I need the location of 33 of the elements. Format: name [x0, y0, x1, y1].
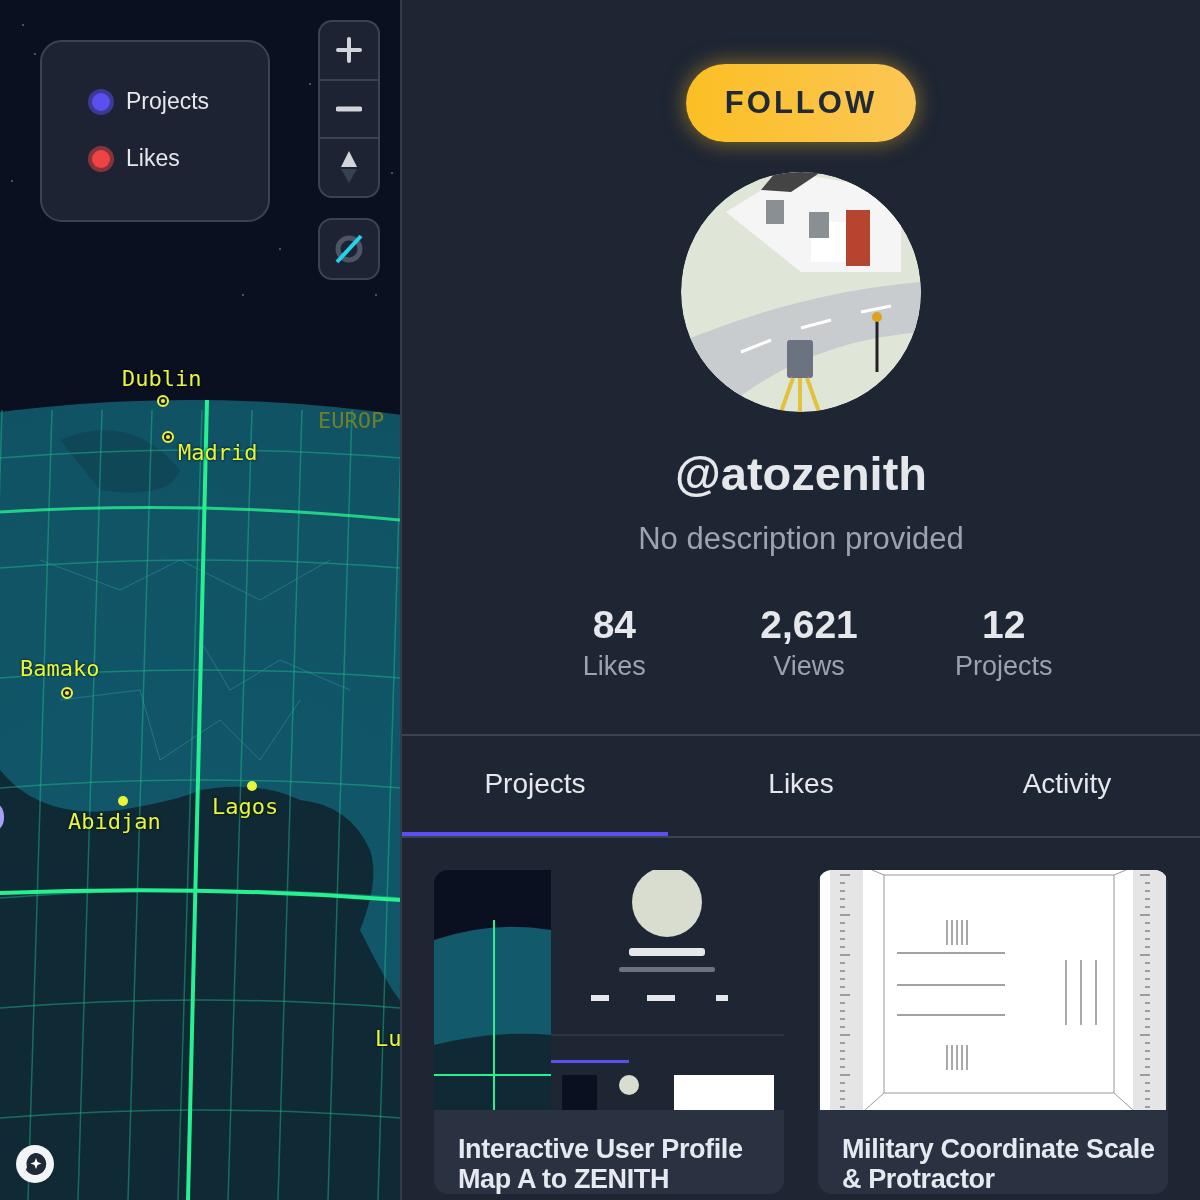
project-card[interactable]: Interactive User Profile Map A to ZENITH: [434, 870, 784, 1194]
plus-icon: [336, 37, 362, 64]
city-label: Dublin: [122, 366, 202, 391]
city-marker-icon: [156, 394, 170, 408]
tab[interactable]: Projects: [402, 736, 668, 836]
tab[interactable]: Activity: [934, 736, 1200, 836]
compass-icon: [340, 150, 358, 185]
region-label: EUROP: [318, 408, 385, 433]
stat-label: Views: [773, 651, 845, 682]
stat-label: Projects: [954, 651, 1053, 682]
minus-icon: [336, 106, 362, 112]
follow-button[interactable]: FOLLOW: [686, 64, 916, 142]
city-label: Abidjan: [68, 809, 161, 834]
stat-value: 12: [982, 603, 1026, 647]
city-dot-icon: [246, 780, 258, 792]
project-title[interactable]: Interactive User Profile Map A to ZENITH: [434, 1110, 784, 1194]
legend-label: Projects: [126, 88, 210, 115]
location-button[interactable]: [318, 218, 380, 280]
city-dot-icon: [117, 795, 129, 807]
city-label: Lu: [375, 1026, 400, 1051]
city-marker-icon: [60, 686, 74, 700]
username: @atozenith: [674, 446, 928, 501]
city-label: Bamako: [20, 656, 100, 681]
tab[interactable]: Likes: [668, 736, 934, 836]
project-title[interactable]: Military Coordinate Scale & Protractor: [818, 1110, 1168, 1194]
project-card[interactable]: Military Coordinate Scale & Protractor: [818, 870, 1168, 1194]
stat-value: 2,621: [760, 603, 858, 647]
stat-value: 84: [592, 603, 637, 647]
stat-label: Likes: [582, 651, 646, 682]
legend-label: Likes: [126, 145, 180, 172]
profile-description: No description provided: [638, 521, 964, 557]
city-label: Lagos: [212, 794, 279, 819]
city-marker-icon: [161, 430, 175, 444]
